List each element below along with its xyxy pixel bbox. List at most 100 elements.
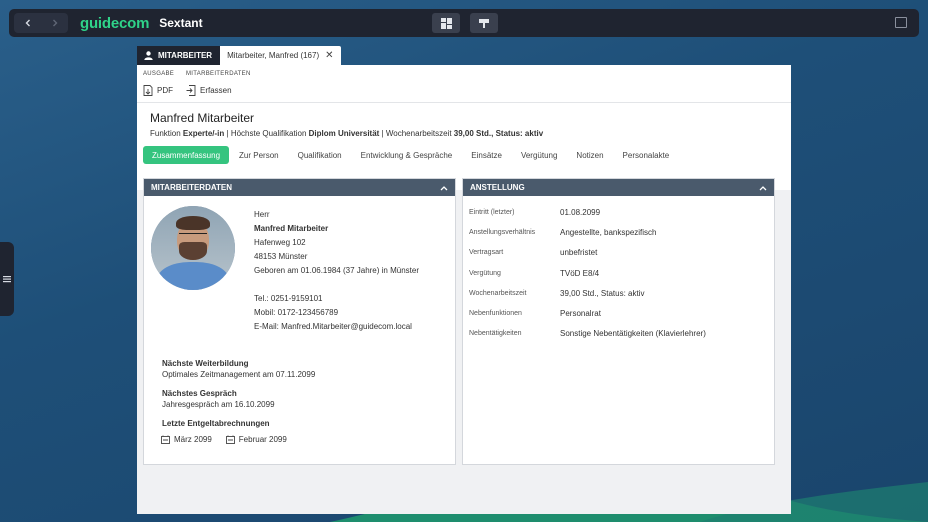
row-label: Vertragsart	[469, 248, 504, 256]
street: Hafenweg 102	[254, 238, 306, 247]
employee-summary-line: Funktion Experte/-in | Höchste Qualifika…	[150, 129, 543, 138]
chevron-left-icon	[25, 19, 30, 27]
row-value: 01.08.2099	[560, 207, 601, 217]
employment-row: Anstellungsverhältnis Angestellte, banks…	[469, 226, 657, 238]
phone: Tel.: 0251-9159101	[254, 294, 323, 303]
hamburger-icon	[3, 276, 11, 283]
payroll-section: Letzte Entgeltabrechnungen	[162, 419, 270, 430]
employment-row: Wochenarbeitszeit 39,00 Std., Status: ak…	[469, 287, 645, 299]
full-name: Manfred Mitarbeiter	[254, 224, 329, 233]
tab-document-label: Mitarbeiter, Manfred (167)	[227, 51, 320, 60]
next-training: Nächste Weiterbildung Optimales Zeitmana…	[162, 359, 315, 379]
person-icon	[144, 51, 153, 60]
row-label: Wochenarbeitszeit	[469, 289, 527, 297]
row-label: Nebentätigkeiten	[469, 329, 522, 337]
next-training-value: Optimales Zeitmanagement am 07.11.2099	[162, 370, 316, 379]
tab-person[interactable]: Zur Person	[230, 146, 288, 164]
employment-row: Nebentätigkeiten Sonstige Nebentätigkeit…	[469, 327, 706, 339]
employee-window: MITARBEITER Mitarbeiter, Manfred (167) ✕…	[137, 46, 791, 514]
payslip-link[interactable]: März 2099	[161, 435, 212, 444]
email[interactable]: E-Mail: Manfred.Mitarbeiter@guidecom.loc…	[254, 320, 419, 334]
employee-data-card: MITARBEITERDATEN Herr Manfred Mitarbeite…	[143, 178, 456, 465]
avatar	[151, 206, 235, 290]
group-label-employee-data: MITARBEITERDATEN	[186, 71, 251, 77]
content-panel: AUSGABE MITARBEITERDATEN PDF Erfassen Ma…	[137, 65, 791, 514]
dashboard-button[interactable]	[432, 13, 460, 33]
row-value: Sonstige Nebentätigkeiten (Klavierlehrer…	[560, 328, 706, 338]
group-label-output: AUSGABE	[143, 71, 175, 77]
tab-compensation[interactable]: Vergütung	[512, 146, 566, 164]
forward-button[interactable]	[41, 13, 68, 33]
row-value: unbefristet	[560, 247, 598, 257]
qualification-label: Höchste Qualifikation	[230, 129, 307, 138]
back-button[interactable]	[14, 13, 41, 33]
hours-value: 39,00 Std., Status: aktiv	[453, 129, 544, 138]
qualification-value: Diplom Universität	[308, 129, 380, 138]
hours-label: Wochenarbeitszeit	[385, 129, 452, 138]
pdf-button[interactable]: PDF	[143, 85, 173, 96]
employee-header: Manfred Mitarbeiter Funktion Experte/-in…	[137, 103, 791, 190]
row-value: Angestellte, bankspezifisch	[560, 227, 657, 237]
employment-row: Vergütung TVöD E8/4	[469, 267, 599, 279]
document-icon	[161, 435, 170, 444]
document-icon	[225, 435, 235, 444]
card-header[interactable]: ANSTELLUNG	[463, 179, 774, 196]
row-label: Anstellungsverhältnis	[469, 228, 536, 236]
tab-notes[interactable]: Notizen	[567, 146, 612, 164]
separator: |	[381, 129, 384, 138]
tab-module-employees[interactable]: MITARBEITER	[137, 46, 221, 65]
payslip-label: März 2099	[174, 435, 212, 444]
page-title: Manfred Mitarbeiter	[150, 111, 255, 125]
function-label: Funktion	[150, 129, 181, 138]
window-icon[interactable]	[895, 17, 907, 28]
tab-qualification[interactable]: Qualifikation	[289, 146, 351, 164]
employment-row: Vertragsart unbefristet	[469, 246, 597, 258]
side-menu-toggle[interactable]	[0, 242, 14, 316]
app-topbar: guidecom Sextant	[9, 9, 919, 37]
payroll-list: März 2099 Februar 2099	[161, 435, 287, 444]
next-meeting-title: Nächstes Gespräch	[162, 389, 237, 398]
grid-icon	[440, 17, 452, 29]
tab-summary[interactable]: Zusammenfassung	[143, 146, 230, 164]
row-value: Personalrat	[560, 308, 601, 318]
card-title: ANSTELLUNG	[470, 183, 525, 192]
chevron-up-icon[interactable]	[440, 185, 448, 191]
tab-module-label: MITARBEITER	[158, 51, 213, 60]
card-header[interactable]: MITARBEITERDATEN	[144, 179, 455, 196]
pdf-label: PDF	[157, 86, 173, 95]
separator: |	[226, 129, 229, 138]
app-logo[interactable]: guidecom	[80, 15, 149, 32]
close-icon[interactable]: ✕	[325, 50, 333, 61]
contact-block: Herr Manfred Mitarbeiter Hafenweg 102 48…	[254, 208, 419, 334]
row-value: TVöD E8/4	[560, 268, 600, 278]
chevron-right-icon	[52, 19, 57, 27]
next-meeting: Nächstes Gespräch Jahresgespräch am 16.1…	[162, 389, 275, 409]
function-value: Experte/-in	[182, 129, 225, 138]
history-nav	[14, 13, 68, 33]
payslip-label: Februar 2099	[238, 435, 287, 444]
tab-employee-record[interactable]: Mitarbeiter, Manfred (167) ✕	[220, 46, 341, 65]
chevron-up-icon[interactable]	[759, 185, 767, 191]
capture-label: Erfassen	[200, 86, 232, 95]
employment-card: ANSTELLUNG Eintritt (letzter) 01.08.2099…	[462, 178, 775, 465]
birth-info: Geboren am 01.06.1984 (37 Jahre) in Müns…	[254, 266, 419, 275]
payslip-link[interactable]: Februar 2099	[225, 435, 287, 444]
row-label: Vergütung	[469, 269, 501, 277]
tab-assignments[interactable]: Einsätze	[462, 146, 511, 164]
note-icon	[478, 18, 489, 28]
notes-button[interactable]	[470, 13, 498, 33]
next-training-title: Nächste Weiterbildung	[162, 359, 249, 368]
row-label: Eintritt (letzter)	[469, 208, 515, 216]
employment-row: Eintritt (letzter) 01.08.2099	[469, 206, 600, 218]
ribbon-toolbar: AUSGABE MITARBEITERDATEN PDF Erfassen	[137, 65, 791, 103]
tab-development[interactable]: Entwicklung & Gespräche	[352, 146, 462, 164]
app-name: Sextant	[159, 16, 203, 30]
tab-personnel-file[interactable]: Personalakte	[614, 146, 679, 164]
mobile: Mobil: 0172-123456789	[254, 308, 339, 317]
salutation: Herr	[254, 210, 270, 219]
row-value: 39,00 Std., Status: aktiv	[560, 288, 645, 298]
capture-button[interactable]: Erfassen	[186, 85, 232, 96]
pdf-export-icon	[143, 85, 153, 96]
row-label: Nebenfunktionen	[469, 309, 522, 317]
tab-bar: MITARBEITER Mitarbeiter, Manfred (167) ✕	[137, 46, 791, 65]
